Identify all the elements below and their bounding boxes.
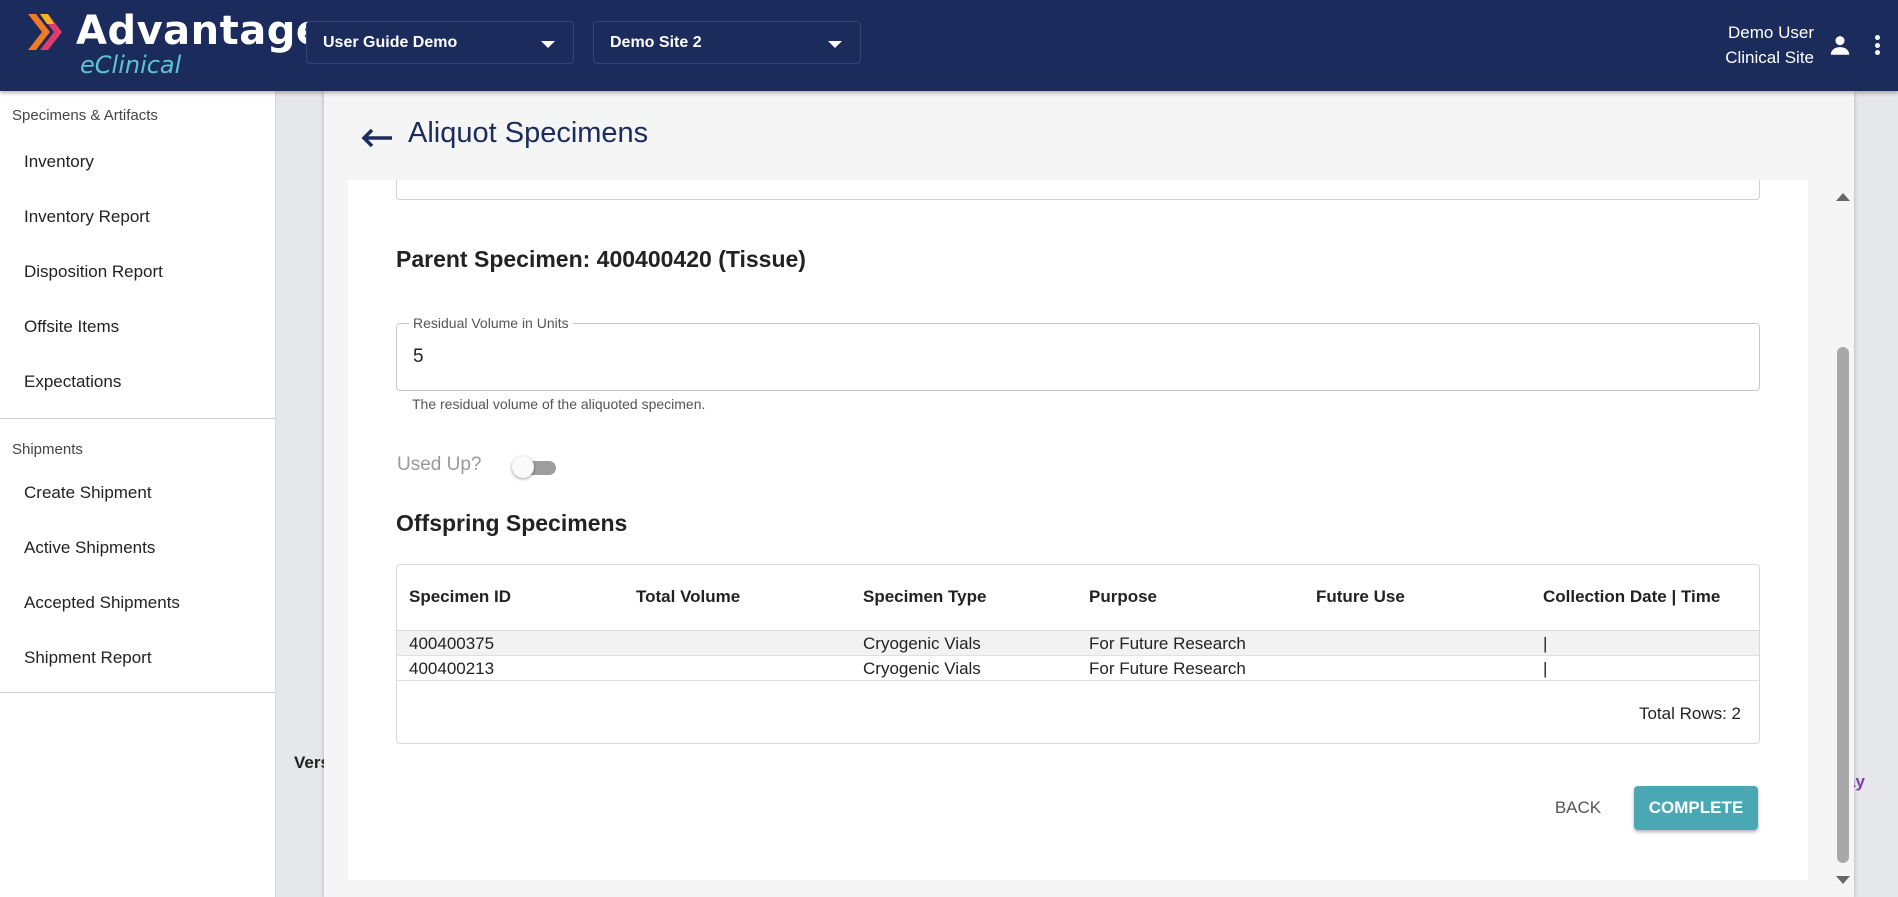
residual-volume-label: Residual Volume in Units bbox=[409, 315, 573, 331]
cell-specimen-id: 400400375 bbox=[409, 634, 495, 653]
complete-button[interactable]: COMPLETE bbox=[1634, 786, 1758, 830]
table-header: Specimen ID Total Volume Specimen Type P… bbox=[397, 565, 1759, 631]
user-info: Demo User Clinical Site bbox=[1725, 20, 1814, 70]
cell-specimen-type: Cryogenic Vials bbox=[863, 634, 981, 653]
person-icon[interactable] bbox=[1827, 32, 1853, 58]
sidebar-item-active-shipments[interactable]: Active Shipments bbox=[0, 520, 275, 575]
sidebar-divider bbox=[0, 692, 275, 693]
scroll-down-arrow-icon[interactable] bbox=[1836, 876, 1850, 884]
sidebar-item-inventory-report[interactable]: Inventory Report bbox=[0, 189, 275, 244]
advantage-logo[interactable]: Advantage eClinical bbox=[26, 8, 323, 80]
logo-subtitle: eClinical bbox=[80, 51, 182, 79]
sidebar-item-inventory[interactable]: Inventory bbox=[0, 134, 275, 189]
residual-volume-help: The residual volume of the aliquoted spe… bbox=[412, 396, 706, 412]
logo-chevron-icon bbox=[28, 14, 62, 50]
dialog-content: Parent Specimen: 400400420 (Tissue) Resi… bbox=[348, 180, 1808, 880]
cell-collection-date: | bbox=[1543, 659, 1548, 678]
residual-volume-input[interactable]: 5 bbox=[413, 346, 424, 368]
column-header[interactable]: Specimen Type bbox=[863, 587, 986, 607]
sidebar-section-shipments: Shipments bbox=[12, 441, 83, 458]
site-select-value: Demo Site 2 bbox=[610, 34, 702, 51]
used-up-toggle[interactable] bbox=[512, 456, 560, 480]
toggle-knob bbox=[512, 456, 534, 478]
table-row[interactable]: 400400375 Cryogenic Vials For Future Res… bbox=[397, 631, 1759, 656]
study-select-value: User Guide Demo bbox=[323, 34, 458, 51]
dialog-header: Aliquot Specimens bbox=[324, 91, 1854, 180]
sidebar-item-shipment-report[interactable]: Shipment Report bbox=[0, 630, 275, 685]
sidebar-item-disposition-report[interactable]: Disposition Report bbox=[0, 244, 275, 299]
aliquot-dialog: Aliquot Specimens Parent Specimen: 40040… bbox=[324, 91, 1854, 897]
parent-specimen-heading: Parent Specimen: 400400420 (Tissue) bbox=[396, 246, 806, 272]
scroll-up-arrow-icon[interactable] bbox=[1836, 193, 1850, 201]
chevron-down-icon bbox=[828, 41, 842, 48]
previous-field-box bbox=[396, 180, 1760, 200]
used-up-label: Used Up? bbox=[397, 454, 482, 475]
more-vert-icon[interactable] bbox=[1870, 32, 1884, 58]
logo-title: Advantage bbox=[76, 8, 324, 54]
cell-purpose: For Future Research bbox=[1089, 634, 1246, 653]
cell-collection-date: | bbox=[1543, 634, 1548, 653]
column-header[interactable]: Total Volume bbox=[636, 587, 740, 607]
column-header[interactable]: Collection Date | Time bbox=[1543, 587, 1720, 607]
column-header[interactable]: Specimen ID bbox=[409, 587, 511, 607]
table-row[interactable]: 400400213 Cryogenic Vials For Future Res… bbox=[397, 656, 1759, 681]
study-select[interactable]: User Guide Demo bbox=[306, 21, 574, 64]
offspring-specimens-heading: Offspring Specimens bbox=[396, 510, 628, 536]
page-title: Aliquot Specimens bbox=[408, 117, 649, 149]
sidebar-section-specimens: Specimens & Artifacts bbox=[12, 107, 158, 124]
user-role: Clinical Site bbox=[1725, 48, 1814, 67]
sidebar-item-accepted-shipments[interactable]: Accepted Shipments bbox=[0, 575, 275, 630]
chevron-down-icon bbox=[541, 41, 555, 48]
top-app-bar: Advantage eClinical User Guide Demo Demo… bbox=[0, 0, 1898, 91]
sidebar-item-offsite-items[interactable]: Offsite Items bbox=[0, 299, 275, 354]
total-rows-count: Total Rows: 2 bbox=[1638, 704, 1741, 723]
sidebar-nav: Specimens & Artifacts Inventory Inventor… bbox=[0, 91, 276, 897]
cell-specimen-id: 400400213 bbox=[409, 659, 495, 678]
back-button[interactable]: BACK bbox=[1538, 786, 1618, 830]
column-header[interactable]: Purpose bbox=[1089, 587, 1157, 607]
column-header[interactable]: Future Use bbox=[1316, 587, 1405, 607]
cell-specimen-type: Cryogenic Vials bbox=[863, 659, 981, 678]
sidebar-item-create-shipment[interactable]: Create Shipment bbox=[0, 465, 275, 520]
site-select[interactable]: Demo Site 2 bbox=[593, 21, 861, 64]
offspring-table: Specimen ID Total Volume Specimen Type P… bbox=[396, 564, 1760, 744]
residual-volume-field[interactable]: Residual Volume in Units 5 bbox=[396, 315, 1760, 391]
cell-purpose: For Future Research bbox=[1089, 659, 1246, 678]
user-name: Demo User bbox=[1728, 23, 1814, 42]
scrollbar-thumb[interactable] bbox=[1837, 347, 1849, 863]
arrow-back-icon[interactable] bbox=[360, 127, 394, 149]
sidebar-item-expectations[interactable]: Expectations bbox=[0, 354, 275, 409]
